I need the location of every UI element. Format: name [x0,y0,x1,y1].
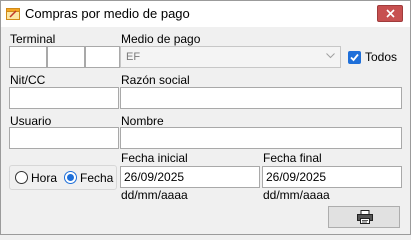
fecha-radio[interactable] [64,171,77,184]
dialog-window: Compras por medio de pago Terminal Medio… [0,0,411,235]
fecha-inicial-label: Fecha inicial [121,151,188,165]
razon-social-field[interactable] [120,87,402,109]
usuario-label: Usuario [10,114,52,128]
medio-pago-value: EF [126,51,141,63]
chevron-down-icon [326,53,335,59]
nit-cc-label: Nit/CC [10,73,46,87]
todos-checkbox[interactable] [348,51,361,64]
fecha-final-format: dd/mm/aaaa [263,188,330,202]
fecha-final-label: Fecha final [263,151,322,165]
nombre-label: Nombre [121,114,164,128]
medio-pago-select[interactable]: EF [120,46,341,68]
nit-cc-field[interactable] [9,87,119,109]
razon-social-label: Razón social [121,73,190,87]
fecha-final-field[interactable]: 26/09/2025 [262,166,402,188]
app-form-icon [6,7,20,20]
terminal-field-1[interactable] [9,46,47,68]
checkmark-icon [350,53,359,62]
terminal-field-3[interactable] [85,46,120,68]
fecha-inicial-field[interactable]: 26/09/2025 [120,166,260,188]
medio-pago-label: Medio de pago [121,32,201,46]
nombre-field[interactable] [120,127,402,149]
usuario-field[interactable] [9,127,119,149]
fecha-inicial-format: dd/mm/aaaa [121,188,188,202]
window-title: Compras por medio de pago [25,6,190,21]
fecha-label: Fecha [80,171,114,185]
close-icon [386,9,395,18]
printer-icon [357,210,373,224]
close-button[interactable] [377,5,403,22]
hora-radio[interactable] [15,171,28,184]
print-button[interactable] [328,206,400,228]
hora-label: Hora [31,171,58,185]
terminal-field-2[interactable] [47,46,85,68]
terminal-label: Terminal [10,32,56,46]
todos-label: Todos [365,50,398,64]
title-bar: Compras por medio de pago [1,1,410,27]
